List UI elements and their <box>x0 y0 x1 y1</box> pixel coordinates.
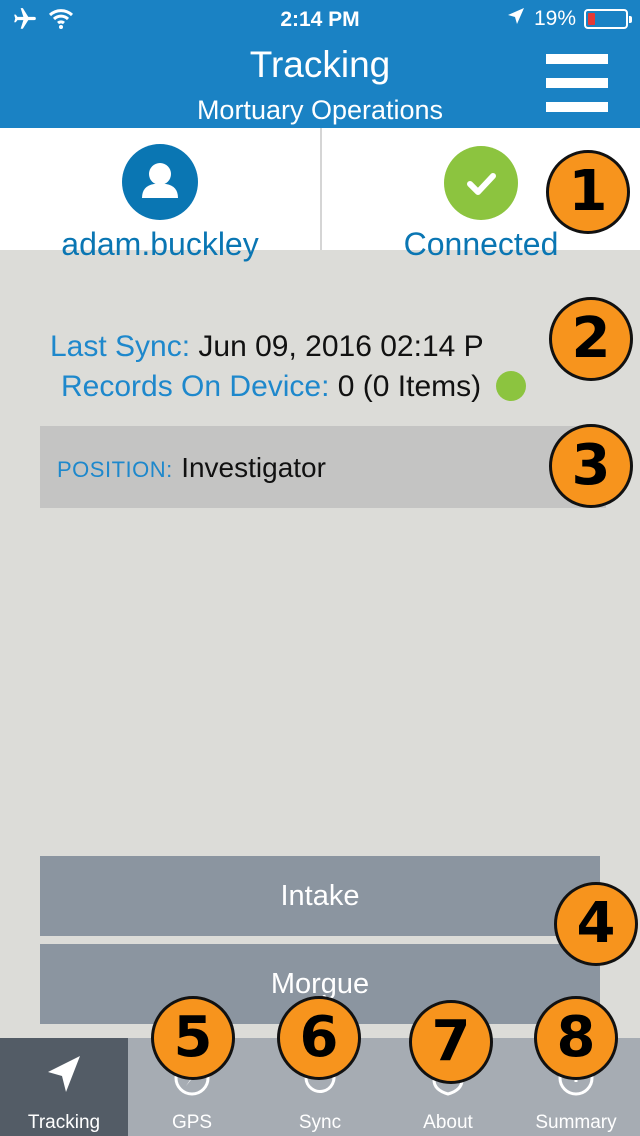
tab-label: About <box>423 1112 473 1133</box>
username: adam.buckley <box>61 226 259 262</box>
callout-marker: 4 <box>554 882 638 966</box>
callout-marker: 8 <box>534 996 618 1080</box>
position-bar[interactable]: POSITION: Investigator <box>40 426 606 508</box>
position-value: Investigator <box>181 452 326 483</box>
check-icon <box>444 146 518 220</box>
battery-icon <box>584 9 632 29</box>
status-bar: 2:14 PM 19% <box>0 0 640 40</box>
callout-marker: 5 <box>151 996 235 1080</box>
records-label: Records On Device: <box>61 370 330 403</box>
navigation-arrow-icon <box>44 1052 84 1092</box>
tab-label: GPS <box>171 1112 213 1133</box>
tab-label: Summary <box>535 1112 617 1133</box>
user-icon <box>122 144 198 220</box>
page-title: Tracking <box>249 44 391 85</box>
tab-label: Tracking <box>27 1112 101 1133</box>
last-sync-label: Last Sync: <box>50 330 191 363</box>
hamburger-menu-icon[interactable] <box>546 54 608 116</box>
battery-percent: 19% <box>533 7 576 30</box>
callout-marker: 3 <box>549 424 633 508</box>
sync-status-dot <box>495 371 526 401</box>
last-sync-value: Jun 09, 2016 02:14 P <box>198 330 484 363</box>
callout-marker: 7 <box>409 1000 493 1084</box>
position-label: POSITION: <box>57 457 173 482</box>
user-panel[interactable]: adam.buckley <box>0 128 320 262</box>
battery-level <box>588 13 595 25</box>
intake-button[interactable]: Intake <box>40 856 600 936</box>
records-value: 0 (0 Items) <box>337 370 482 403</box>
tab-label: Sync <box>298 1112 342 1133</box>
tab-tracking[interactable]: Tracking <box>0 1038 128 1136</box>
last-sync-row: Last Sync: Jun 09, 2016 02:14 P <box>50 330 484 364</box>
callout-marker: 2 <box>549 297 633 381</box>
callout-marker: 6 <box>277 996 361 1080</box>
app-header: 2:14 PM 19% Tracking Mortuary Operations <box>0 0 640 128</box>
records-row: Records On Device: 0 (0 Items) <box>61 370 526 404</box>
callout-marker: 1 <box>546 150 630 234</box>
page-subtitle: Mortuary Operations <box>196 95 444 125</box>
location-arrow-icon <box>506 6 526 32</box>
account-status-panel: adam.buckley Connected <box>0 128 640 262</box>
